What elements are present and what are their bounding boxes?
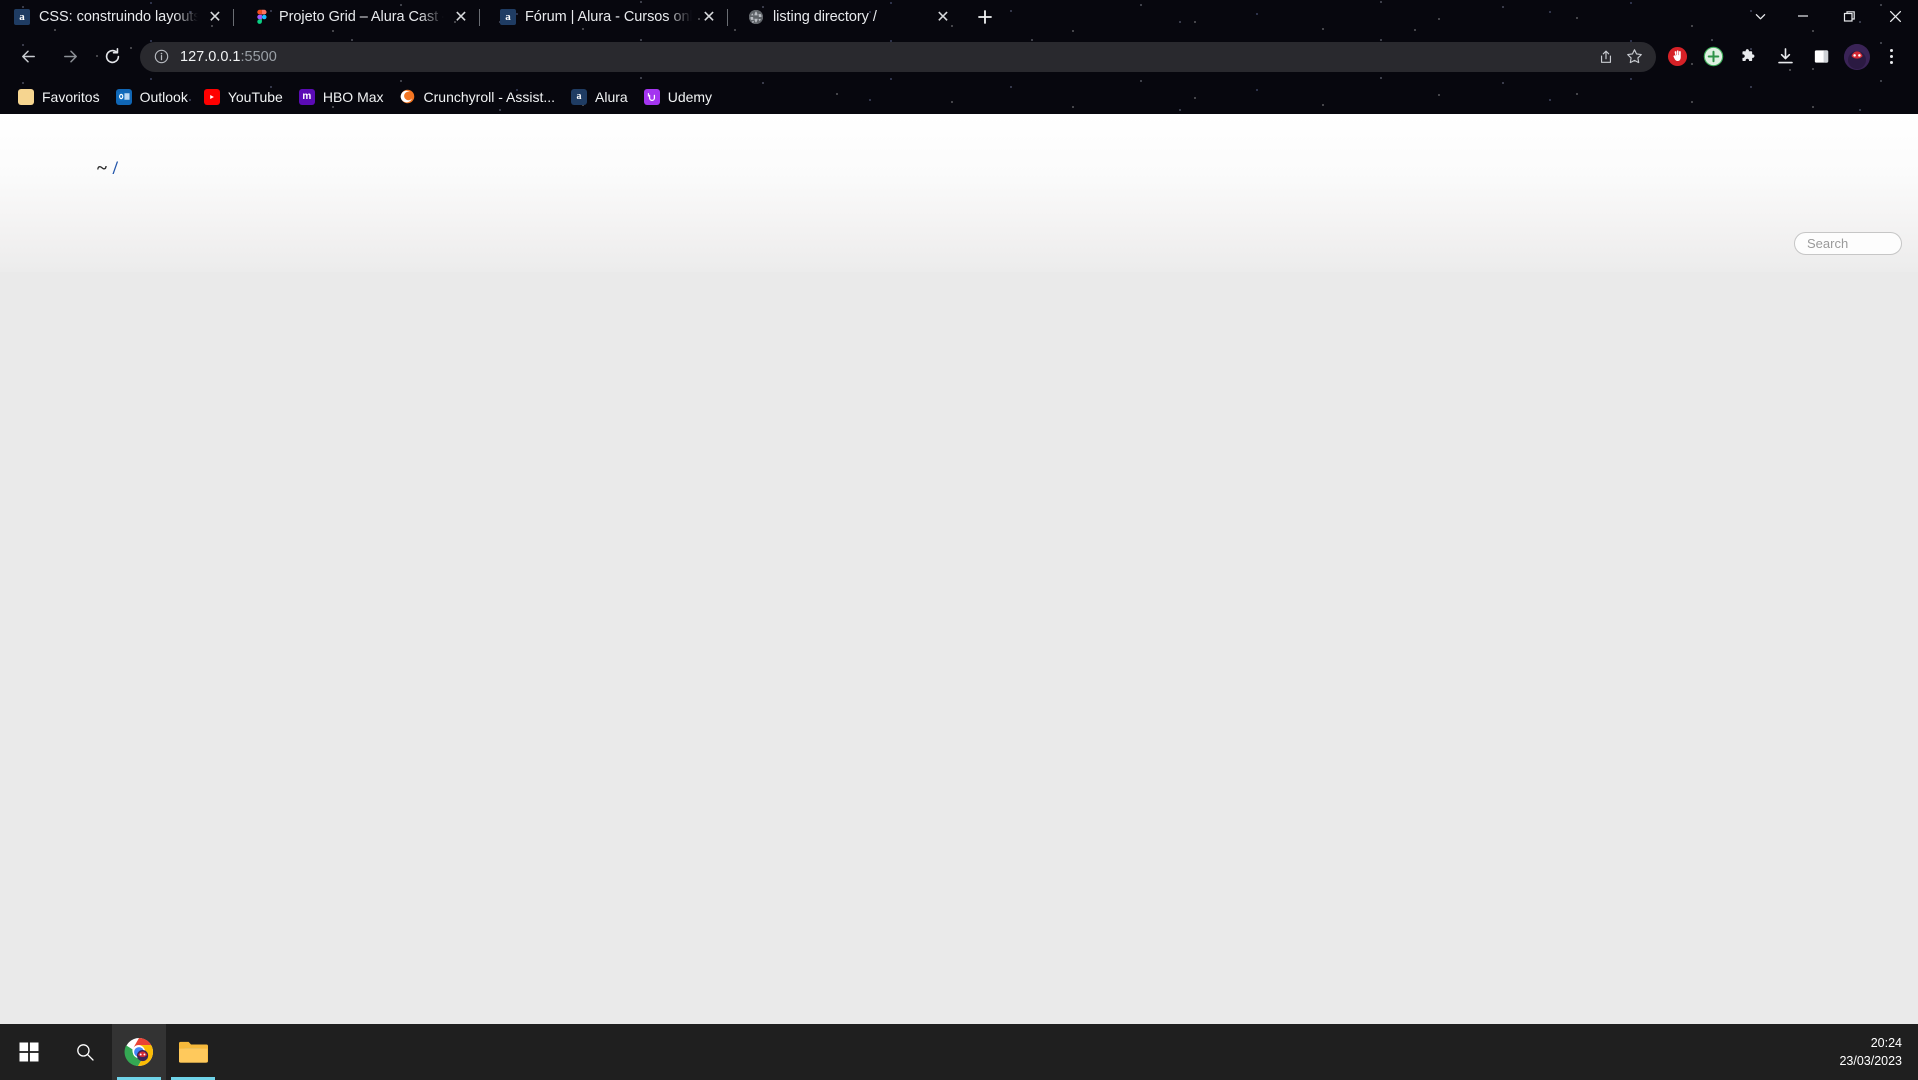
tab-title: Projeto Grid – Alura Cast – Figma [279, 9, 444, 25]
bookmark-outlook[interactable]: Outlook [108, 84, 196, 110]
bookmark-label: Udemy [667, 88, 713, 105]
tab-separator [233, 9, 234, 26]
globe-icon [748, 9, 764, 25]
tab-separator [727, 9, 728, 26]
window-controls [1740, 0, 1918, 32]
tab-search-chevron-icon[interactable] [1740, 0, 1780, 32]
url-host: 127.0.0.1 [180, 48, 241, 65]
bookmark-label: Favoritos [42, 88, 100, 105]
page-content-viewport: ~ / [0, 114, 1918, 1062]
tab-close-button[interactable]: ✕ [450, 6, 472, 28]
taskbar-chrome[interactable] [112, 1024, 166, 1080]
reload-button[interactable] [94, 39, 130, 75]
bookmark-favoritos[interactable]: Favoritos [10, 84, 108, 110]
address-bar-url[interactable]: 127.0.0.1:5500 [180, 49, 1592, 65]
bookmark-label: Crunchyroll - Assist... [423, 88, 556, 105]
directory-listing-title: ~ / [97, 158, 118, 180]
bookmark-crunchyroll[interactable]: Crunchyroll - Assist... [392, 84, 563, 110]
chrome-menu-button[interactable] [1876, 42, 1906, 72]
tab-separator [479, 9, 480, 26]
tab-title: listing directory / [773, 9, 877, 25]
bookmark-label: HBO Max [322, 88, 384, 105]
clock-time: 20:24 [1870, 1035, 1902, 1050]
bookmark-label: YouTube [227, 88, 283, 105]
browser-tab-3[interactable]: a Fórum | Alura - Cursos online de ✕ [486, 0, 726, 34]
figma-icon [254, 9, 270, 25]
tab-close-button[interactable]: ✕ [204, 6, 226, 28]
new-tab-button[interactable] [972, 4, 998, 30]
side-panel-icon[interactable] [1806, 42, 1836, 72]
browser-tab-4-active[interactable]: listing directory / ✕ [734, 0, 960, 34]
tab-close-button[interactable]: ✕ [698, 6, 720, 28]
add-extension-button[interactable] [1698, 42, 1728, 72]
bookmark-star-icon[interactable] [1620, 43, 1648, 71]
close-icon[interactable] [1872, 0, 1918, 32]
browser-window: a CSS: construindo layouts com Gri ✕ Pro… [0, 0, 1918, 1062]
bookmark-hbo-max[interactable]: m HBO Max [291, 84, 392, 110]
alura-icon: a [571, 88, 588, 105]
root-path-separator: / [112, 158, 119, 179]
page-body-background [0, 272, 1918, 1062]
menu-dot [1889, 49, 1893, 52]
taskbar-clock[interactable]: 20:24 23/03/2023 [1839, 1034, 1918, 1070]
browser-toolbar: 127.0.0.1:5500 [0, 34, 1918, 79]
downloads-icon[interactable] [1770, 42, 1800, 72]
search-magnifier-icon[interactable] [58, 1024, 112, 1080]
youtube-icon [203, 88, 220, 105]
windows-taskbar: 20:24 23/03/2023 [0, 1024, 1918, 1080]
forward-button[interactable] [52, 39, 88, 75]
taskbar-file-explorer[interactable] [166, 1024, 220, 1080]
hbomax-icon: m [298, 88, 315, 105]
tab-close-button[interactable]: ✕ [932, 6, 954, 28]
page-header-gradient [0, 114, 1918, 272]
tab-strip: a CSS: construindo layouts com Gri ✕ Pro… [0, 0, 1918, 34]
bookmarks-bar: Favoritos Outlook YouTube m HBO Max Crun… [0, 79, 1918, 114]
back-button[interactable] [10, 39, 46, 75]
address-bar[interactable]: 127.0.0.1:5500 [140, 41, 1656, 72]
browser-tab-1[interactable]: a CSS: construindo layouts com Gri ✕ [0, 0, 232, 34]
folder-icon [18, 88, 34, 105]
bookmark-alura[interactable]: a Alura [563, 84, 636, 110]
alura-icon: a [500, 9, 516, 25]
udemy-icon [643, 88, 660, 105]
browser-tab-2[interactable]: Projeto Grid – Alura Cast – Figma ✕ [240, 0, 478, 34]
share-icon[interactable] [1592, 43, 1620, 71]
adblock-extension-button[interactable] [1662, 42, 1692, 72]
menu-dot [1889, 61, 1893, 64]
extensions-puzzle-icon[interactable] [1734, 42, 1764, 72]
bookmark-label: Alura [595, 88, 628, 105]
minimize-icon[interactable] [1780, 0, 1826, 32]
clock-date: 23/03/2023 [1839, 1054, 1902, 1068]
restore-icon[interactable] [1826, 0, 1872, 32]
alura-icon: a [14, 9, 30, 25]
menu-dot [1889, 55, 1893, 58]
crunchyroll-icon [400, 89, 416, 105]
tilde-path-segment: ~ [97, 158, 108, 179]
profile-avatar[interactable] [1844, 43, 1870, 70]
search-input[interactable] [1794, 232, 1902, 255]
tab-title: Fórum | Alura - Cursos online de [525, 9, 692, 25]
bookmark-youtube[interactable]: YouTube [196, 84, 291, 110]
bookmark-udemy[interactable]: Udemy [636, 84, 720, 110]
tab-title: CSS: construindo layouts com Gri [39, 9, 198, 25]
windows-start-icon[interactable] [0, 1024, 58, 1080]
site-information-icon[interactable] [152, 48, 170, 66]
bookmark-label: Outlook [139, 88, 188, 105]
outlook-icon [115, 88, 132, 105]
url-port: :5500 [240, 48, 277, 65]
